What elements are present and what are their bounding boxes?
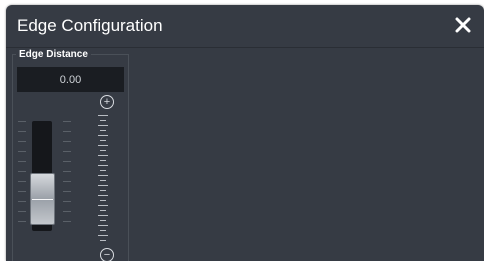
- slider-ticks-right: [63, 121, 71, 231]
- increase-button[interactable]: +: [100, 95, 114, 109]
- close-button[interactable]: [450, 12, 476, 38]
- edge-distance-label: Edge Distance: [16, 48, 91, 61]
- close-icon: [455, 17, 471, 33]
- minus-circle-icon: −: [103, 248, 111, 261]
- dialog-titlebar: Edge Configuration: [6, 5, 484, 48]
- plus-circle-icon: +: [103, 95, 111, 108]
- slider-scale: [97, 115, 109, 245]
- slider-handle-line: [32, 199, 53, 200]
- dialog-title: Edge Configuration: [17, 16, 163, 35]
- edge-distance-panel: Edge Distance 0.00 + −: [12, 48, 129, 261]
- edge-distance-value: 0.00: [17, 67, 124, 92]
- edge-configuration-dialog: Edge Configuration Edge Distance 0.00 +: [6, 5, 484, 261]
- decrease-button[interactable]: −: [100, 248, 114, 261]
- slider-ticks-left: [18, 121, 26, 231]
- edge-distance-slider-handle[interactable]: [30, 173, 55, 225]
